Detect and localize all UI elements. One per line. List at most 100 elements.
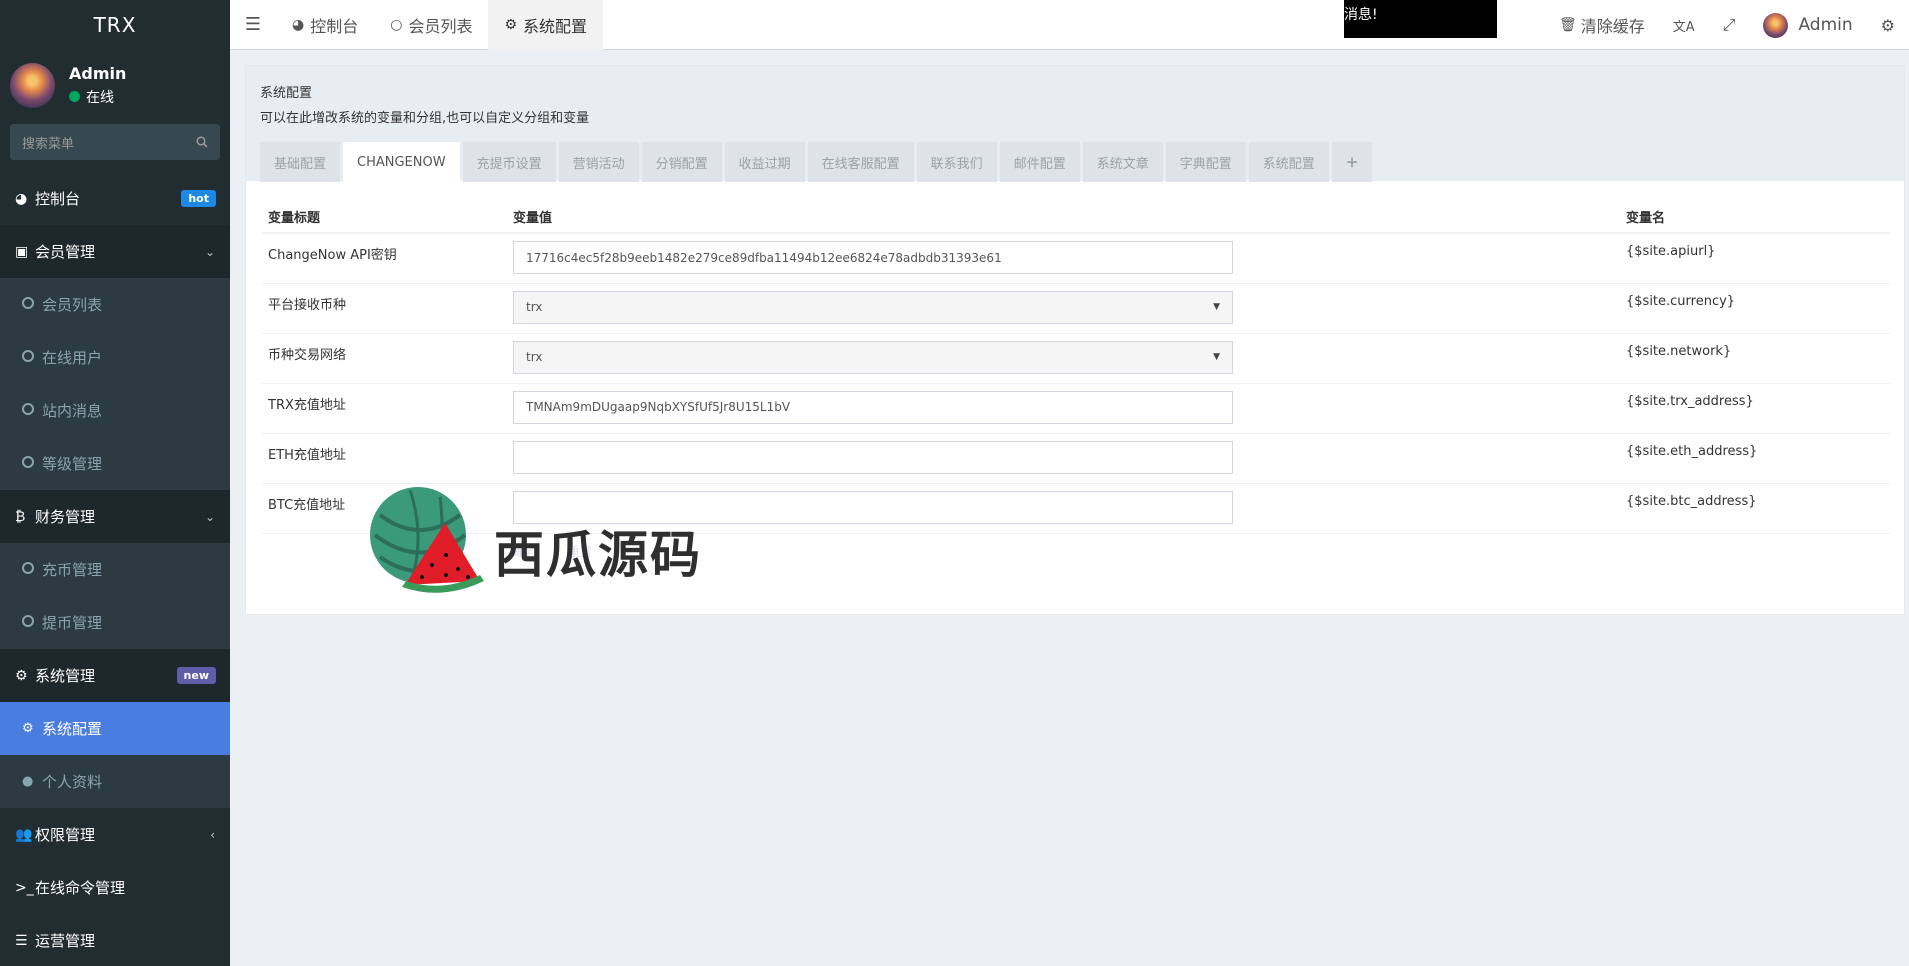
search-icon[interactable] [196, 136, 208, 148]
tab-system[interactable]: 系统配置 [1248, 142, 1329, 182]
tab-dashboard[interactable]: ◕ 控制台 [276, 0, 374, 50]
sidebar-item-label: 充币管理 [42, 561, 103, 579]
page-title: 系统配置 [260, 86, 313, 101]
sidebar-item-withdraw[interactable]: 提币管理 [0, 596, 230, 649]
circle-icon [22, 561, 42, 578]
tab-dictionary[interactable]: 字典配置 [1165, 142, 1246, 182]
sidebar-item-profile[interactable]: ● 个人资料 [0, 755, 230, 808]
sidebar-item-label: 在线用户 [42, 349, 103, 367]
dashboard-icon: ◕ [292, 16, 305, 33]
column-header-name: 变量名 [1620, 201, 1890, 234]
sidebar-item-online-cmd[interactable]: >_ 在线命令管理 [0, 861, 230, 914]
panel-header: 系统配置 可以在此增改系统的变量和分组,也可以自定义分组和变量 基础配置 CHA… [246, 66, 1904, 182]
network-select[interactable]: trx ▼ [513, 340, 1233, 374]
online-dot-icon [69, 91, 80, 102]
sidebar-item-label: 财务管理 [35, 508, 96, 526]
sidebar-item-operation[interactable]: ☰ 运营管理 [0, 914, 230, 966]
tab-contact[interactable]: 联系我们 [916, 142, 997, 182]
tab-deposit-withdraw[interactable]: 充提币设置 [462, 142, 556, 182]
tab-changenow[interactable]: CHANGENOW [343, 142, 460, 182]
sidebar-item-recharge[interactable]: 充币管理 [0, 543, 230, 596]
dashboard-icon: ◕ [15, 190, 28, 207]
page-description: 可以在此增改系统的变量和分组,也可以自定义分组和变量 [260, 111, 590, 126]
table-row: 币种交易网络 trx ▼ {$site.network} [262, 333, 1890, 384]
sidebar-item-dashboard[interactable]: ◕ 控制台 hot [0, 172, 230, 225]
sidebar-item-finance[interactable]: ₿ 财务管理 ⌄ [0, 490, 230, 543]
sidebar-item-label: 运营管理 [35, 932, 96, 950]
tab-earnings-expiry[interactable]: 收益过期 [724, 142, 805, 182]
select-value: trx [526, 300, 543, 314]
column-header-value: 变量值 [507, 201, 1620, 234]
gears-icon[interactable]: ⚙ [1867, 0, 1909, 50]
sidebar-item-label: 站内消息 [42, 402, 103, 420]
sidebar: TRX Admin 在线 搜索菜单 ◕ 控制台 hot ▣ 会员管理 ⌄ 会员列… [0, 0, 230, 966]
sidebar-item-site-messages[interactable]: 站内消息 [0, 384, 230, 437]
gear-icon: ⚙ [22, 721, 34, 736]
eth-address-input[interactable] [513, 440, 1233, 474]
tab-member-list[interactable]: ○ 会员列表 [374, 0, 488, 50]
address-book-icon: ▣ [15, 243, 29, 260]
top-header: ☰ ◕ 控制台 ○ 会员列表 ⚙ 系统配置 消息! 🗑 清除缓存 文A ⤢ Ad… [230, 0, 1909, 50]
sidebar-item-level-mgmt[interactable]: 等级管理 [0, 437, 230, 490]
row-varname: {$site.currency} [1620, 283, 1890, 334]
terminal-icon: >_ [15, 879, 34, 896]
trash-icon: 🗑 [1558, 17, 1577, 33]
caret-down-icon: ▼ [1213, 352, 1220, 362]
notice-banner: 消息! [1344, 0, 1497, 38]
circle-icon [22, 349, 42, 366]
tab-system-config[interactable]: ⚙ 系统配置 [488, 0, 604, 50]
trx-address-input[interactable]: TMNAm9mDUgaap9NqbXYSfUf5Jr8U15L1bV [513, 390, 1233, 424]
tab-marketing[interactable]: 营销活动 [558, 142, 639, 182]
sidebar-item-label: 个人资料 [42, 773, 103, 791]
gear-icon: ⚙ [504, 16, 518, 33]
fullscreen-icon[interactable]: ⤢ [1709, 0, 1750, 50]
circle-icon: ○ [390, 16, 403, 33]
user-status-label: 在线 [86, 89, 114, 106]
brand-logo[interactable]: TRX [0, 0, 230, 50]
sidebar-item-permission[interactable]: 👥 权限管理 ‹ [0, 808, 230, 861]
hot-badge: hot [181, 190, 216, 207]
sidebar-item-member-list[interactable]: 会员列表 [0, 278, 230, 331]
list-icon: ☰ [15, 932, 28, 949]
tab-basic[interactable]: 基础配置 [260, 142, 341, 182]
avatar [10, 62, 55, 108]
system-submenu: ⚙ 系统配置 ● 个人资料 [0, 702, 230, 808]
user-panel: Admin 在线 [0, 50, 230, 120]
sidebar-item-label: 提币管理 [42, 614, 103, 632]
tab-articles[interactable]: 系统文章 [1082, 142, 1163, 182]
circle-icon [22, 455, 42, 472]
users-icon: 👥 [15, 826, 33, 843]
clear-cache-button[interactable]: 🗑 清除缓存 [1545, 0, 1659, 50]
chevron-left-icon: ‹ [210, 827, 215, 842]
row-varname: {$site.btc_address} [1620, 483, 1890, 534]
sidebar-item-label: 权限管理 [35, 826, 96, 844]
user-menu[interactable]: Admin [1749, 0, 1866, 50]
column-header-title: 变量标题 [262, 201, 507, 234]
sidebar-item-system-config[interactable]: ⚙ 系统配置 [0, 702, 230, 755]
tab-distribution[interactable]: 分销配置 [641, 142, 722, 182]
tab-label: 会员列表 [408, 16, 473, 36]
menu-toggle-icon[interactable]: ☰ [230, 0, 276, 50]
tab-label: 系统配置 [523, 16, 588, 36]
apikey-input[interactable]: 17716c4ec5f28b9eeb1482e279ce89dfba11494b… [513, 241, 1233, 274]
tab-online-service[interactable]: 在线客服配置 [807, 142, 914, 182]
add-tab-button[interactable]: + [1331, 142, 1373, 182]
sidebar-item-system[interactable]: ⚙ 系统管理 new [0, 649, 230, 702]
watermark: 西瓜源码 [350, 475, 710, 615]
sidebar-item-label: 系统配置 [42, 720, 103, 738]
sidebar-item-label: 等级管理 [42, 455, 103, 473]
bitcoin-icon: ₿ [15, 509, 26, 525]
circle-icon [22, 402, 42, 419]
new-badge: new [176, 667, 216, 684]
sidebar-item-online-users[interactable]: 在线用户 [0, 331, 230, 384]
table-row: TRX充值地址 TMNAm9mDUgaap9NqbXYSfUf5Jr8U15L1… [262, 383, 1890, 434]
row-title: 平台接收币种 [262, 283, 507, 334]
member-submenu: 会员列表 在线用户 站内消息 等级管理 [0, 278, 230, 490]
tab-email[interactable]: 邮件配置 [999, 142, 1080, 182]
gears-icon: ⚙ [15, 667, 28, 684]
sidebar-search-input[interactable]: 搜索菜单 [10, 124, 220, 160]
sidebar-item-label: 会员列表 [42, 296, 103, 314]
sidebar-item-member[interactable]: ▣ 会员管理 ⌄ [0, 225, 230, 278]
currency-select[interactable]: trx ▼ [513, 290, 1233, 324]
language-icon[interactable]: 文A [1659, 0, 1709, 50]
